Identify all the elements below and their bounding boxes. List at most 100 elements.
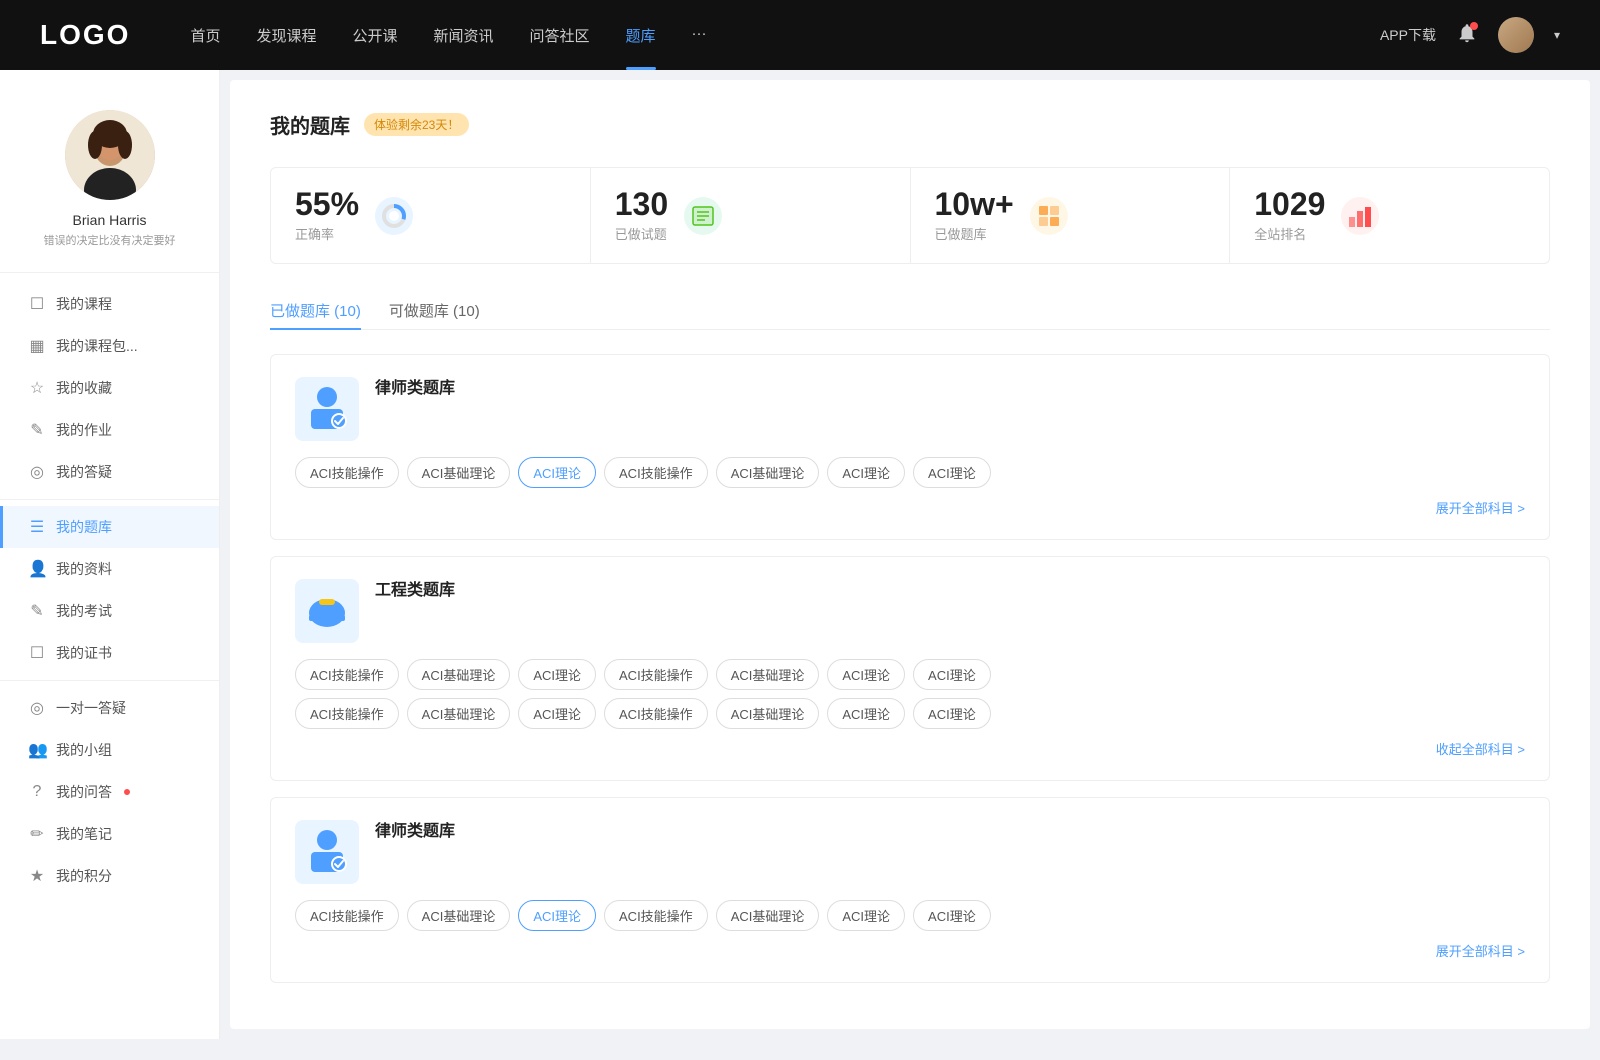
lawyer-icon-2 (303, 826, 351, 878)
bank-tag[interactable]: ACI基础理论 (716, 659, 820, 690)
sidebar-profile: Brian Harris 错误的决定比没有决定要好 (0, 100, 219, 273)
bank-tag[interactable]: ACI技能操作 (604, 457, 708, 488)
sidebar-item-groups[interactable]: 👥 我的小组 (0, 729, 219, 771)
stat-done-banks-number: 10w+ (935, 188, 1014, 220)
lawyer-bank-icon-2 (295, 820, 359, 884)
stat-ranking-number: 1029 (1254, 188, 1325, 220)
sidebar-label-my-courses: 我的课程 (56, 294, 112, 314)
favorites-icon: ☆ (28, 378, 46, 398)
bank-tag[interactable]: ACI技能操作 (604, 659, 708, 690)
chart-icon (1347, 203, 1373, 229)
sidebar-item-my-courses[interactable]: ☐ 我的课程 (0, 283, 219, 325)
bank-tags-engineer-row2: ACI技能操作 ACI基础理论 ACI理论 ACI技能操作 ACI基础理论 AC… (295, 698, 1525, 729)
bank-tag[interactable]: ACI技能操作 (295, 698, 399, 729)
sidebar-item-notes[interactable]: ✏ 我的笔记 (0, 813, 219, 855)
nav-news[interactable]: 新闻资讯 (434, 25, 494, 46)
bank-expand-lawyer-2[interactable]: 展开全部科目 > (295, 941, 1525, 960)
main-container: Brian Harris 错误的决定比没有决定要好 ☐ 我的课程 ▦ 我的课程包… (0, 70, 1600, 1039)
bank-tag[interactable]: ACI技能操作 (295, 457, 399, 488)
bank-tag[interactable]: ACI技能操作 (604, 900, 708, 931)
sidebar-item-homework[interactable]: ✎ 我的作业 (0, 409, 219, 451)
sidebar-item-questions[interactable]: ◎ 我的答疑 (0, 451, 219, 493)
bank-tag[interactable]: ACI基础理论 (407, 900, 511, 931)
user-menu-chevron[interactable]: ▾ (1554, 28, 1560, 42)
bank-tag[interactable]: ACI基础理论 (407, 457, 511, 488)
bank-tag[interactable]: ACI基础理论 (407, 659, 511, 690)
nav-open-course[interactable]: 公开课 (352, 25, 397, 46)
bank-tag[interactable]: ACI技能操作 (604, 698, 708, 729)
sidebar-item-1on1[interactable]: ◎ 一对一答疑 (0, 687, 219, 729)
bank-tag-active[interactable]: ACI理论 (518, 457, 596, 488)
nav-home[interactable]: 首页 (190, 25, 220, 46)
homework-icon: ✎ (28, 420, 46, 440)
bank-tag[interactable]: ACI技能操作 (295, 900, 399, 931)
sidebar-item-points[interactable]: ★ 我的积分 (0, 855, 219, 897)
bank-collapse-engineer[interactable]: 收起全部科目 > (295, 739, 1525, 758)
ranking-icon (1341, 197, 1379, 235)
nav-links: 首页 发现课程 公开课 新闻资讯 问答社区 题库 ··· (190, 25, 1380, 46)
sidebar-label-points: 我的积分 (56, 866, 112, 886)
sidebar-label-questionbank: 我的题库 (56, 517, 112, 537)
lawyer-bank-icon-1 (295, 377, 359, 441)
logo[interactable]: LOGO (40, 19, 130, 51)
sidebar-username: Brian Harris (73, 212, 147, 228)
stat-accuracy-label: 正确率 (295, 224, 359, 243)
navbar: LOGO 首页 发现课程 公开课 新闻资讯 问答社区 题库 ··· APP下载 … (0, 0, 1600, 70)
user-avatar[interactable] (1498, 17, 1534, 53)
bank-tags-lawyer-2: ACI技能操作 ACI基础理论 ACI理论 ACI技能操作 ACI基础理论 AC… (295, 900, 1525, 931)
nav-more[interactable]: ··· (692, 25, 707, 46)
bank-tags-lawyer-1: ACI技能操作 ACI基础理论 ACI理论 ACI技能操作 ACI基础理论 AC… (295, 457, 1525, 488)
bank-tag[interactable]: ACI理论 (518, 659, 596, 690)
bank-tag[interactable]: ACI理论 (827, 457, 905, 488)
bank-tag[interactable]: ACI理论 (827, 698, 905, 729)
nav-questionbank[interactable]: 题库 (626, 25, 656, 46)
notes-icon: ✏ (28, 824, 46, 844)
bank-card-lawyer-2: 律师类题库 ACI技能操作 ACI基础理论 ACI理论 ACI技能操作 ACI基… (270, 797, 1550, 983)
app-download-button[interactable]: APP下载 (1380, 25, 1436, 45)
sidebar-motto: 错误的决定比没有决定要好 (44, 232, 176, 248)
bank-tag-active[interactable]: ACI理论 (518, 900, 596, 931)
sidebar-label-course-packages: 我的课程包... (56, 336, 138, 356)
nav-discover[interactable]: 发现课程 (256, 25, 316, 46)
bank-tag[interactable]: ACI理论 (913, 698, 991, 729)
bank-tag[interactable]: ACI理论 (518, 698, 596, 729)
bank-tag[interactable]: ACI理论 (913, 659, 991, 690)
bank-tag[interactable]: ACI基础理论 (716, 900, 820, 931)
page-header: 我的题库 体验剩余23天！ (270, 110, 1550, 139)
bank-tag[interactable]: ACI基础理论 (407, 698, 511, 729)
nav-qa[interactable]: 问答社区 (530, 25, 590, 46)
bank-tag[interactable]: ACI理论 (913, 900, 991, 931)
sidebar-divider-2 (0, 680, 219, 681)
stat-ranking-label: 全站排名 (1254, 224, 1325, 243)
groups-icon: 👥 (28, 740, 46, 760)
bank-name-lawyer-2: 律师类题库 (375, 824, 455, 840)
sidebar-item-favorites[interactable]: ☆ 我的收藏 (0, 367, 219, 409)
sidebar-label-profile: 我的资料 (56, 559, 112, 579)
bank-tag[interactable]: ACI基础理论 (716, 457, 820, 488)
bank-name-engineer: 工程类题库 (375, 583, 455, 599)
sidebar-item-profile[interactable]: 👤 我的资料 (0, 548, 219, 590)
sidebar-label-exams: 我的考试 (56, 601, 112, 621)
stat-accuracy-number: 55% (295, 188, 359, 220)
bank-tag[interactable]: ACI基础理论 (716, 698, 820, 729)
certificates-icon: ☐ (28, 643, 46, 663)
sidebar-item-certificates[interactable]: ☐ 我的证书 (0, 632, 219, 674)
sidebar: Brian Harris 错误的决定比没有决定要好 ☐ 我的课程 ▦ 我的课程包… (0, 70, 220, 1039)
sidebar-item-exams[interactable]: ✎ 我的考试 (0, 590, 219, 632)
1on1-icon: ◎ (28, 698, 46, 718)
notification-bell[interactable] (1456, 22, 1478, 49)
bank-tag[interactable]: ACI理论 (913, 457, 991, 488)
tab-done-banks[interactable]: 已做题库 (10) (270, 292, 361, 329)
sidebar-label-my-questions: 我的问答 (56, 782, 112, 802)
notification-dot (1470, 22, 1478, 30)
bank-tag[interactable]: ACI理论 (827, 659, 905, 690)
bank-tag[interactable]: ACI技能操作 (295, 659, 399, 690)
bank-tag[interactable]: ACI理论 (827, 900, 905, 931)
sidebar-item-my-questions[interactable]: ? 我的问答 (0, 771, 219, 813)
engineer-icon (303, 585, 351, 637)
sidebar-item-questionbank[interactable]: ☰ 我的题库 (0, 506, 219, 548)
tab-available-banks[interactable]: 可做题库 (10) (389, 292, 480, 329)
bank-expand-lawyer-1[interactable]: 展开全部科目 > (295, 498, 1525, 517)
sidebar-item-course-packages[interactable]: ▦ 我的课程包... (0, 325, 219, 367)
lawyer-icon (303, 383, 351, 435)
